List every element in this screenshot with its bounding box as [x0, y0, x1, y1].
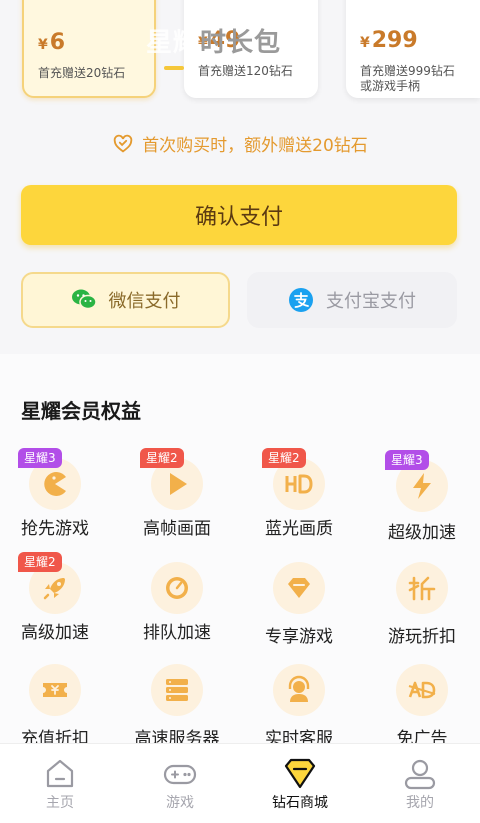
package-desc: 首充赠送999钻石 或游戏手柄 [360, 64, 455, 93]
gem-icon [288, 578, 310, 598]
server-icon [166, 679, 188, 701]
benefit-high-speed-server[interactable]: 高速服务器 [122, 664, 232, 749]
benefit-label: 超级加速 [388, 523, 456, 543]
profile-icon [404, 759, 436, 790]
benefit-icon-bg [273, 562, 325, 614]
benefit-exclusive-games[interactable]: 专享游戏 [244, 562, 354, 647]
play-icon [170, 473, 187, 495]
confirm-payment-button[interactable]: 确认支付 [21, 185, 457, 245]
package-card-299[interactable]: ¥299 首充赠送999钻石 或游戏手柄 [346, 0, 480, 98]
benefit-label: 蓝光画质 [265, 519, 333, 539]
first-purchase-notice: 首次购买时，额外赠送20钻石 [0, 131, 480, 156]
wechat-pay-option[interactable]: 微信支付 [21, 272, 230, 328]
diamond-shop-icon [284, 758, 316, 789]
benefit-high-framerate[interactable]: 星耀2 高帧画面 [122, 448, 232, 539]
benefit-recharge-discount[interactable]: 充值折扣 [0, 664, 110, 749]
nav-profile[interactable]: 我的 [360, 744, 480, 823]
package-price: ¥299 [360, 28, 418, 53]
nav-home-label: 主页 [46, 795, 74, 811]
benefit-badge: 星耀2 [18, 552, 62, 572]
benefit-badge: 星耀3 [18, 448, 62, 468]
package-type-title: 星耀时长包 [146, 28, 282, 58]
benefit-label: 专享游戏 [265, 627, 333, 647]
benefit-play-discount[interactable]: 游玩折扣 [367, 562, 477, 647]
benefit-early-access[interactable]: 星耀3 抢先游戏 [0, 448, 110, 539]
benefit-icon-bg [396, 562, 448, 614]
nav-diamond-shop[interactable]: 钻石商城 [240, 744, 360, 823]
alipay-label: 支付宝支付 [326, 291, 416, 312]
no-ads-icon [408, 681, 436, 699]
hd-icon [285, 474, 313, 494]
benefit-super-boost[interactable]: 星耀3 超级加速 [367, 450, 477, 543]
alipay-option[interactable]: 支付宝支付 [247, 272, 457, 328]
nav-games-label: 游戏 [166, 795, 194, 811]
nav-games[interactable]: 游戏 [120, 744, 240, 823]
lightning-icon [413, 473, 431, 499]
benefit-icon-bg [273, 664, 325, 716]
benefit-queue-boost[interactable]: 排队加速 [122, 562, 232, 643]
benefit-label: 高帧画面 [143, 519, 211, 539]
benefits-section-title: 星耀会员权益 [21, 399, 141, 423]
package-card-6[interactable]: ¥6 首充赠送20钻石 [22, 0, 156, 98]
package-desc: 首充赠送120钻石 [198, 64, 293, 78]
benefit-bluray-quality[interactable]: 星耀2 蓝光画质 [244, 448, 354, 539]
package-cards: ¥6 首充赠送20钻石 ¥49 首充赠送120钻石 ¥299 首充赠送999钻石… [0, 0, 480, 110]
package-desc: 首充赠送20钻石 [38, 66, 126, 80]
discount-icon [408, 576, 436, 601]
ticket-icon [43, 683, 67, 697]
benefit-live-support[interactable]: 实时客服 [244, 664, 354, 749]
wechat-pay-label: 微信支付 [108, 291, 181, 312]
wechat-icon [71, 289, 97, 310]
carousel-indicator [164, 66, 184, 70]
benefit-badge: 星耀2 [140, 448, 184, 468]
benefit-icon-bg [29, 664, 81, 716]
benefit-badge: 星耀3 [385, 450, 429, 470]
alipay-icon [289, 288, 313, 312]
rocket-icon [43, 578, 65, 600]
speedometer-icon [166, 577, 188, 599]
nav-home[interactable]: 主页 [0, 744, 120, 823]
benefit-label: 抢先游戏 [21, 519, 89, 539]
gamepad-icon [163, 764, 197, 785]
benefit-advanced-boost[interactable]: 星耀2 高级加速 [0, 552, 110, 643]
benefit-no-ads[interactable]: 免广告 [367, 664, 477, 749]
benefit-icon-bg [396, 664, 448, 716]
nav-diamond-shop-label: 钻石商城 [272, 795, 328, 811]
benefit-label: 排队加速 [143, 623, 211, 643]
headset-icon [288, 675, 310, 702]
benefit-label: 游玩折扣 [388, 627, 456, 647]
confirm-payment-label: 确认支付 [194, 205, 283, 230]
benefit-icon-bg [151, 562, 203, 614]
package-price: ¥6 [38, 30, 66, 55]
bottom-navigation: 主页 游戏 钻石商城 我的 [0, 743, 480, 823]
nav-profile-label: 我的 [406, 795, 434, 811]
heart-gift-icon [113, 134, 133, 152]
home-icon [46, 759, 74, 788]
notice-text: 首次购买时，额外赠送20钻石 [142, 136, 368, 156]
pacman-icon [44, 472, 66, 496]
benefit-badge: 星耀2 [262, 448, 306, 468]
benefit-icon-bg [151, 664, 203, 716]
benefit-label: 高级加速 [21, 623, 89, 643]
